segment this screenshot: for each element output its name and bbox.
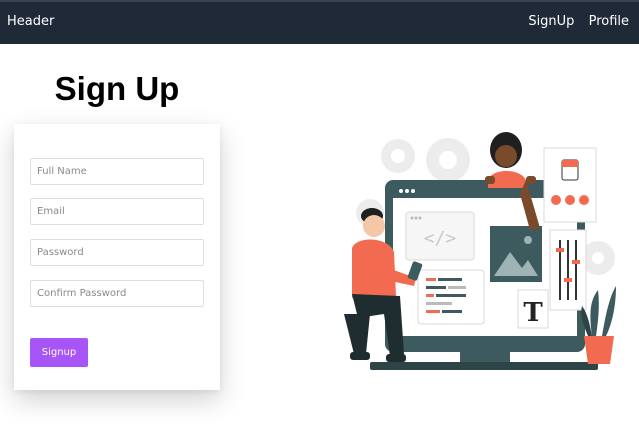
full-name-input[interactable] — [30, 158, 204, 185]
text-format-icon: T — [523, 298, 543, 328]
signup-form-card: Signup — [14, 124, 220, 390]
password-input[interactable] — [30, 239, 204, 266]
page-title: Sign Up — [54, 70, 180, 107]
signup-illustration: </> T — [344, 132, 616, 370]
email-input[interactable] — [30, 198, 204, 225]
code-window: </> — [405, 211, 475, 261]
code-lines — [417, 269, 485, 325]
nav-links: SignUp Profile — [518, 14, 629, 29]
nav-link-profile[interactable]: Profile — [589, 14, 629, 29]
text-tile: T — [517, 289, 549, 329]
nav-link-signup[interactable]: SignUp — [528, 14, 574, 29]
signup-button[interactable]: Signup — [30, 338, 88, 367]
sliders-card — [549, 229, 587, 311]
code-icon: </> — [424, 228, 457, 249]
confirm-password-input[interactable] — [30, 280, 204, 307]
palette-card — [543, 147, 597, 223]
header-brand[interactable]: Header — [7, 14, 54, 29]
image-icon — [490, 226, 542, 282]
navbar: Header SignUp Profile — [0, 0, 639, 44]
